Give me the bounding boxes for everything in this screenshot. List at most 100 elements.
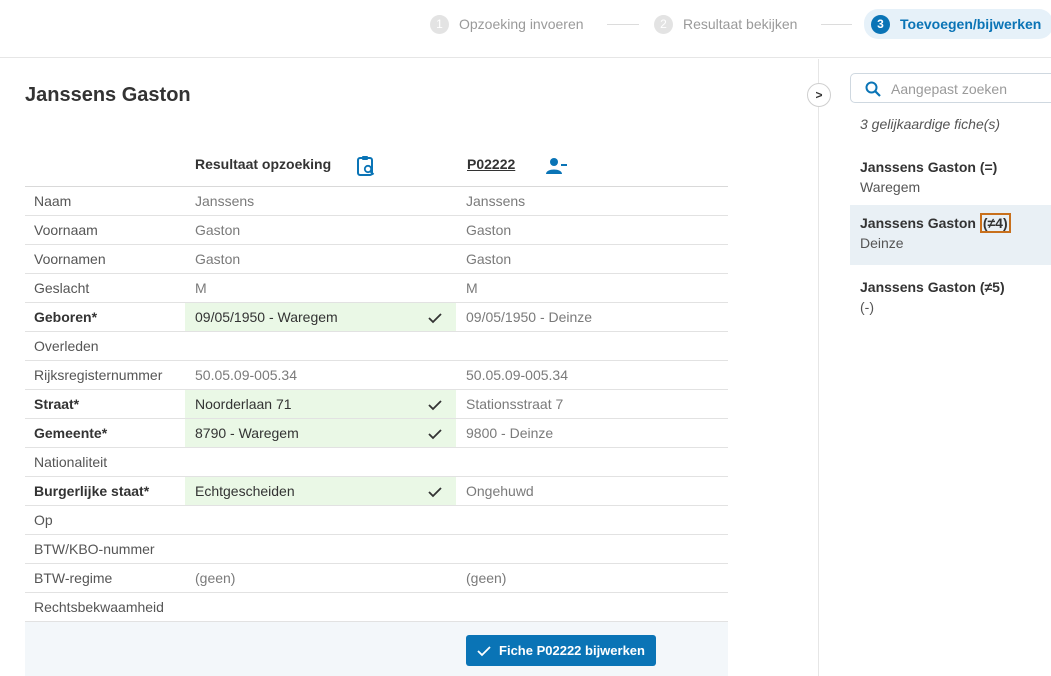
table-row: Burgerlijke staat* Echtgescheiden Ongehu…: [25, 477, 728, 506]
column-header-record-link[interactable]: P02222: [467, 156, 515, 172]
comparison-table: Naam Janssens Janssens Voornaam Gaston G…: [25, 186, 728, 622]
table-row: Straat* Noorderlaan 71 Stationsstraat 7: [25, 390, 728, 419]
table-row: Geslacht M M: [25, 274, 728, 303]
result-value[interactable]: [185, 332, 456, 360]
row-label: Voornaam: [34, 222, 98, 238]
similar-fiche-item-selected[interactable]: Janssens Gaston (≠4) Deinze: [850, 205, 1051, 265]
table-row: Geboren* 09/05/1950 - Waregem 09/05/1950…: [25, 303, 728, 332]
step-connector: [821, 24, 852, 25]
row-label: BTW-regime: [34, 570, 113, 586]
row-label: Geboren*: [34, 309, 98, 325]
result-value-selected[interactable]: Noorderlaan 71: [185, 390, 456, 418]
result-value[interactable]: Gaston: [185, 245, 456, 273]
result-value[interactable]: [185, 593, 456, 621]
record-value: 50.05.09-005.34: [466, 367, 568, 383]
step-label: Toevoegen/bijwerken: [900, 16, 1042, 32]
table-row: Rijksregisternummer 50.05.09-005.34 50.0…: [25, 361, 728, 390]
result-value[interactable]: Janssens: [185, 187, 456, 215]
table-row: Voornaam Gaston Gaston: [25, 216, 728, 245]
record-value: M: [466, 280, 478, 296]
row-label: Overleden: [34, 338, 99, 354]
result-value[interactable]: 50.05.09-005.34: [185, 361, 456, 389]
search-box[interactable]: [850, 73, 1051, 103]
row-label: Rechtsbekwaamheid: [34, 599, 164, 615]
row-label: Rijksregisternummer: [34, 367, 163, 383]
main-panel: Janssens Gaston Resultaat opzoeking P022…: [0, 59, 818, 676]
fiche-location: (-): [860, 299, 874, 315]
result-value[interactable]: Gaston: [185, 216, 456, 244]
record-value: Gaston: [466, 251, 512, 267]
table-row: Rechtsbekwaamheid: [25, 593, 728, 622]
row-label: Voornamen: [34, 251, 106, 267]
table-row: Gemeente* 8790 - Waregem 9800 - Deinze: [25, 419, 728, 448]
result-value[interactable]: (geen): [185, 564, 456, 592]
fiche-name: Janssens Gaston (≠5): [860, 279, 1005, 295]
search-input[interactable]: [891, 79, 1051, 99]
table-row: Overleden: [25, 332, 728, 361]
result-value-text: 09/05/1950 - Waregem: [195, 309, 338, 325]
step-resultaat-bekijken[interactable]: 2 Resultaat bekijken: [654, 10, 797, 38]
fiche-name: Janssens Gaston (=): [860, 159, 998, 175]
result-value-selected[interactable]: 09/05/1950 - Waregem: [185, 303, 456, 331]
step-number: 1: [430, 14, 449, 34]
person-remove-icon[interactable]: [546, 157, 568, 179]
table-row: Nationaliteit: [25, 448, 728, 477]
row-label: Gemeente*: [34, 425, 108, 441]
table-row: Voornamen Gaston Gaston: [25, 245, 728, 274]
record-value: Gaston: [466, 222, 512, 238]
fiche-match-tag: (≠5): [979, 279, 1005, 295]
result-value-text: 8790 - Waregem: [195, 425, 299, 441]
step-number: 3: [871, 14, 890, 34]
row-label: Straat*: [34, 396, 80, 412]
check-icon: [428, 429, 442, 440]
row-label: Naam: [34, 193, 72, 209]
page-title: Janssens Gaston: [25, 84, 191, 106]
similar-fiche-item[interactable]: Janssens Gaston (=) Waregem: [850, 149, 1051, 209]
result-value-selected[interactable]: Echtgescheiden: [185, 477, 456, 505]
result-value-selected[interactable]: 8790 - Waregem: [185, 419, 456, 447]
search-icon: [865, 81, 881, 97]
row-label: Nationaliteit: [34, 454, 108, 470]
check-icon: [428, 400, 442, 411]
fiche-location: Deinze: [860, 235, 904, 251]
result-value-text: Echtgescheiden: [195, 483, 295, 499]
step-toevoegen-bijwerken[interactable]: 3 Toevoegen/bijwerken: [864, 9, 1051, 39]
record-value: Stationsstraat 7: [466, 396, 564, 412]
step-opzoeking-invoeren[interactable]: 1 Opzoeking invoeren: [430, 10, 584, 38]
result-value-text: Noorderlaan 71: [195, 396, 292, 412]
record-value: 9800 - Deinze: [466, 425, 554, 441]
table-row: Op: [25, 506, 728, 535]
update-fiche-button[interactable]: Fiche P02222 bijwerken: [466, 635, 656, 666]
similar-count: 3 gelijkaardige fiche(s): [860, 116, 1001, 132]
check-icon: [428, 487, 442, 498]
clipboard-search-icon[interactable]: [356, 155, 378, 177]
row-label: Burgerlijke staat*: [34, 483, 150, 499]
result-value[interactable]: M: [185, 274, 456, 302]
step-number: 2: [654, 14, 673, 34]
table-row: BTW-regime (geen) (geen): [25, 564, 728, 593]
row-label: Geslacht: [34, 280, 90, 296]
record-value: 09/05/1950 - Deinze: [466, 309, 593, 325]
record-value: Ongehuwd: [466, 483, 534, 499]
column-header-result: Resultaat opzoeking: [195, 156, 332, 172]
check-icon: [477, 645, 491, 656]
update-fiche-label: Fiche P02222 bijwerken: [499, 643, 645, 658]
fiche-location: Waregem: [860, 179, 921, 195]
fiche-match-tag: (=): [979, 159, 998, 175]
table-row: Naam Janssens Janssens: [25, 187, 728, 216]
record-value: (geen): [466, 570, 507, 586]
row-label: Op: [34, 512, 53, 528]
action-bar: Fiche P02222 bijwerken: [25, 622, 728, 676]
check-icon: [428, 313, 442, 324]
result-value[interactable]: [185, 448, 456, 476]
similar-fiches-sidebar: 3 gelijkaardige fiche(s) Janssens Gaston…: [819, 59, 1051, 676]
result-value[interactable]: [185, 535, 456, 563]
result-value[interactable]: [185, 506, 456, 534]
step-label: Opzoeking invoeren: [459, 16, 584, 32]
stepper: 1 Opzoeking invoeren 2 Resultaat bekijke…: [0, 0, 1051, 58]
step-connector: [607, 24, 639, 25]
fiche-name: Janssens Gaston (≠4): [860, 213, 1041, 233]
similar-fiche-item[interactable]: Janssens Gaston (≠5) (-): [850, 269, 1051, 329]
row-label: BTW/KBO-nummer: [34, 541, 155, 557]
fiche-match-tag: (≠4): [979, 213, 1011, 233]
